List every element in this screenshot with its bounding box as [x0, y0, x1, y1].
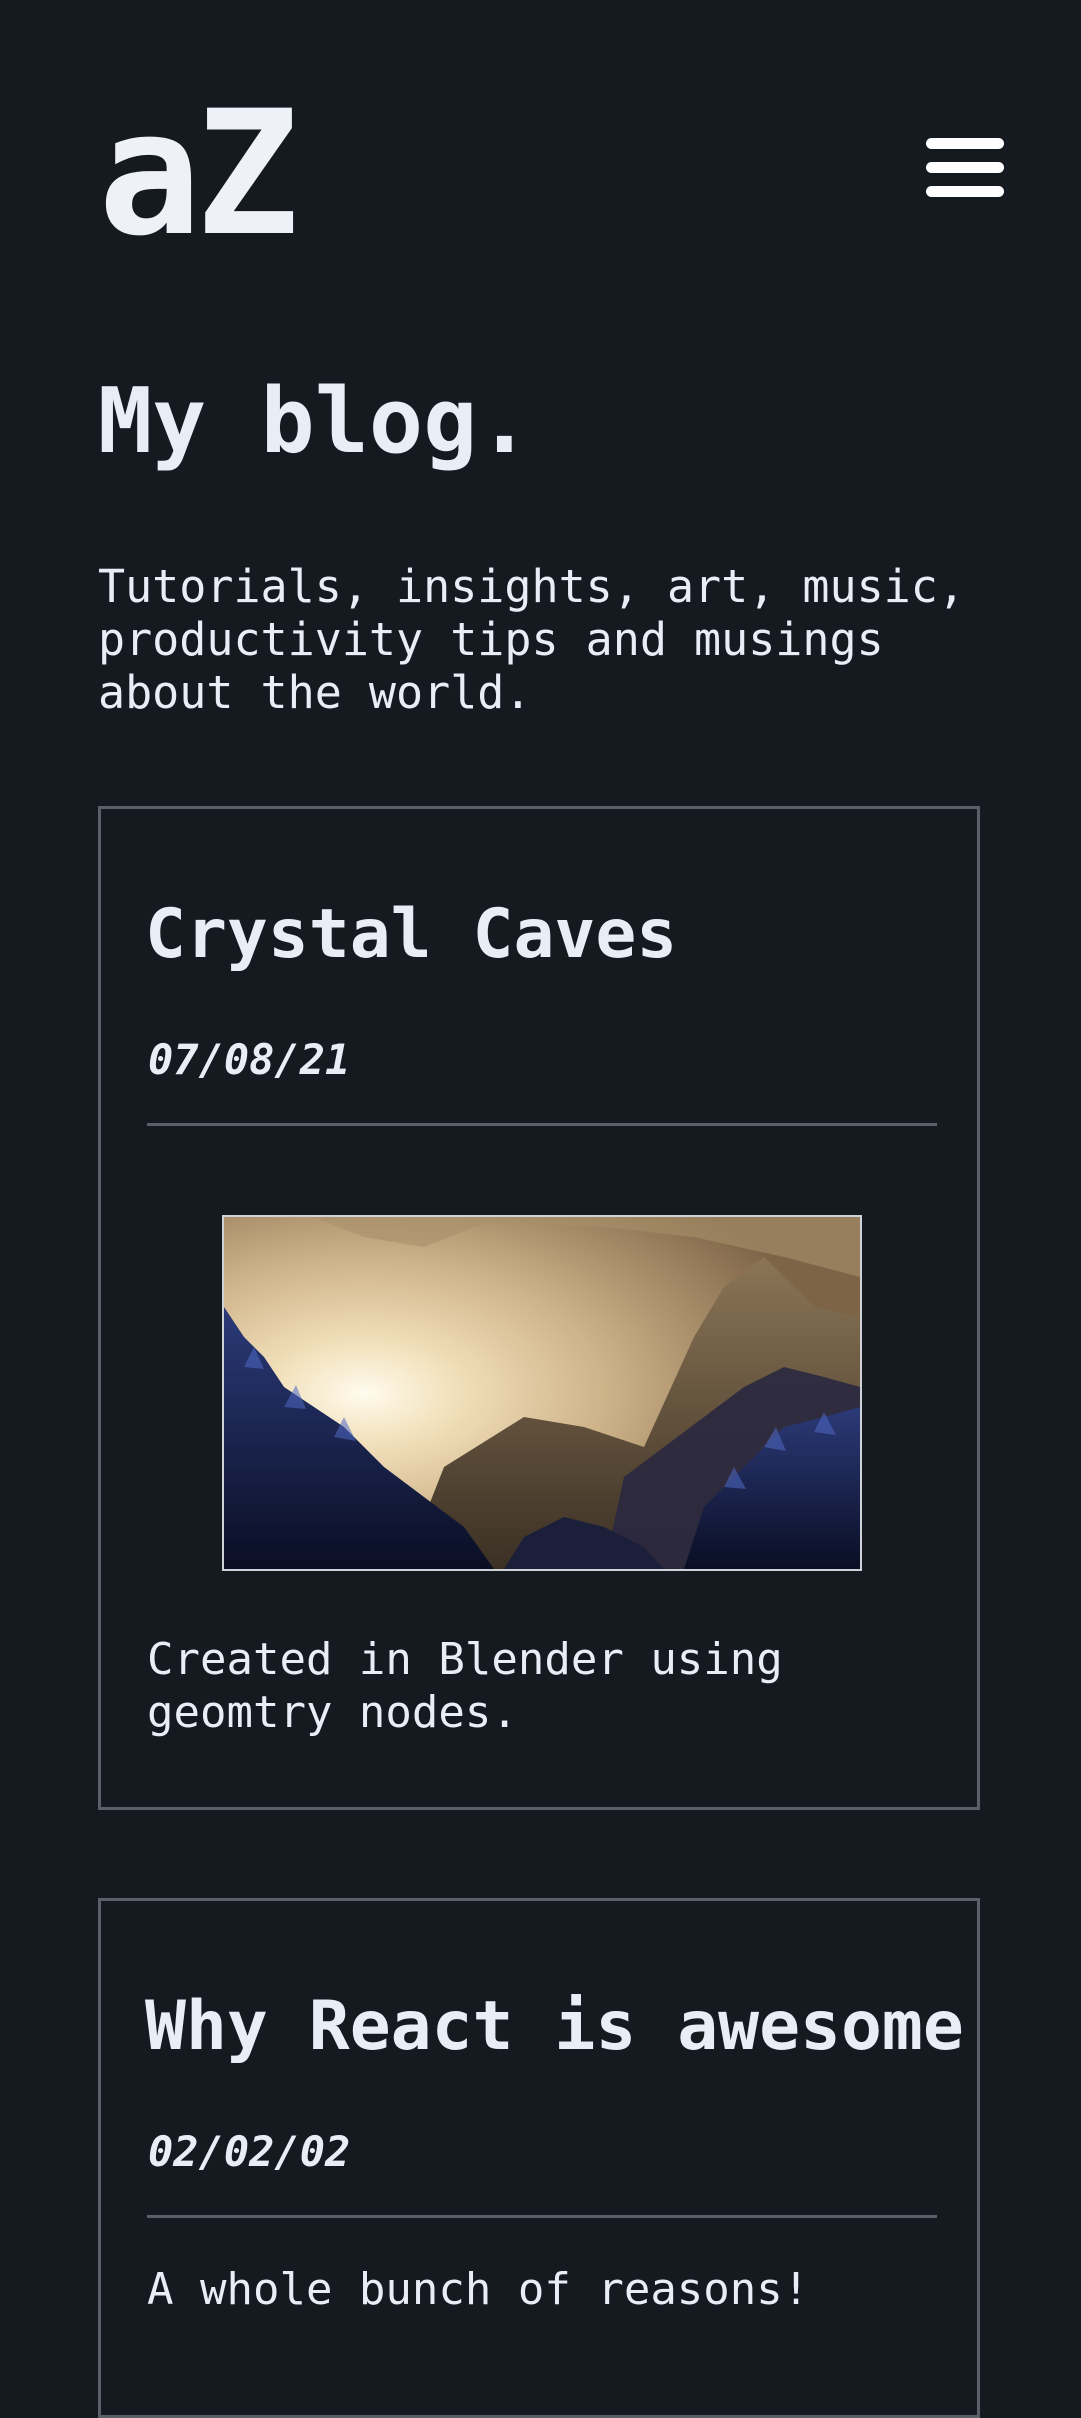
menu-bar-middle [926, 162, 1004, 173]
post-title[interactable]: Crystal Caves [145, 895, 677, 975]
crystal-cave-image[interactable] [222, 1215, 862, 1571]
post-card-why-react[interactable]: Why React is awesome 02/02/02 A whole bu… [98, 1898, 980, 2418]
site-logo[interactable]: aZ [98, 88, 299, 260]
blog-intro: Tutorials, insights, art, music, product… [98, 560, 965, 719]
post-divider [147, 2215, 937, 2218]
post-title[interactable]: Why React is awesome [145, 1987, 964, 2067]
post-divider [147, 1123, 937, 1126]
post-date: 02/02/02 [148, 2127, 351, 2176]
hamburger-menu-icon[interactable] [926, 138, 1004, 198]
menu-bar-bottom [926, 186, 1004, 197]
menu-bar-top [926, 138, 1004, 149]
post-card-crystal-caves[interactable]: Crystal Caves 07/08/21 Created in Blende… [98, 806, 980, 1810]
post-date: 07/08/21 [148, 1035, 351, 1084]
post-excerpt: A whole bunch of reasons! [147, 2264, 810, 2315]
post-excerpt: Created in Blender using geomtry nodes. [147, 1634, 783, 1738]
page-title: My blog. [98, 369, 532, 474]
